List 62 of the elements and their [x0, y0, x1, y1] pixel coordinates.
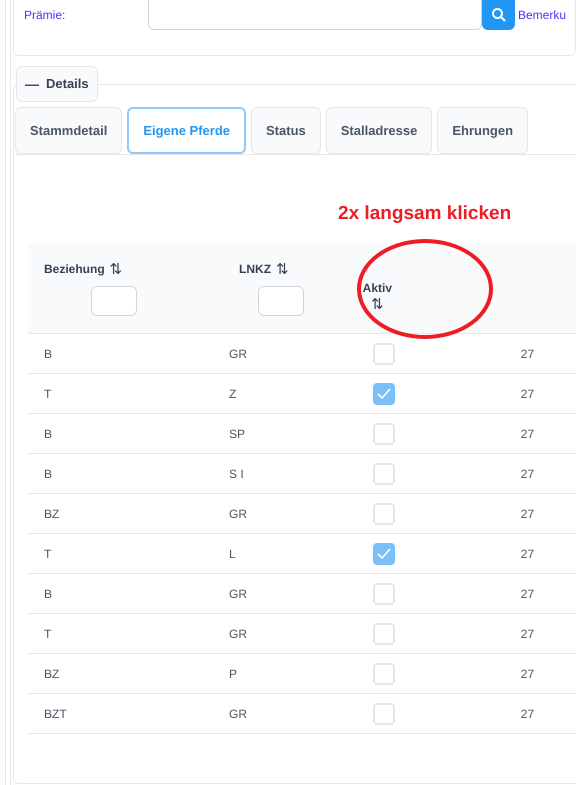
table-cell-text: Z — [228, 386, 238, 402]
table-cell-text: SP — [228, 426, 246, 442]
checkbox[interactable] — [373, 702, 396, 724]
table-cell-text: GR — [228, 586, 248, 602]
table-cell-text: BZ — [43, 666, 60, 682]
table-cell-text: B — [43, 586, 54, 602]
checkbox[interactable] — [373, 582, 396, 604]
filter-field[interactable] — [258, 286, 304, 316]
table-cell-text: B — [43, 346, 54, 362]
table-cell-text: GR — [228, 346, 248, 362]
table-cell-text: GR — [228, 626, 248, 642]
table-cell-text: 27 — [520, 626, 536, 642]
tab[interactable]: Stalladresse — [326, 107, 432, 154]
search-field[interactable] — [148, 0, 482, 30]
table-cell-text: GR — [228, 506, 248, 522]
field-label: Prämie: — [24, 7, 66, 24]
checkbox[interactable] — [373, 462, 396, 484]
table-cell-text: 27 — [520, 506, 536, 522]
sort-icon[interactable]: ⇅ — [276, 262, 290, 276]
checkbox[interactable] — [373, 502, 396, 524]
table-cell-text: GR — [228, 706, 248, 722]
check-icon — [377, 388, 392, 400]
column-header: Beziehung — [44, 261, 105, 278]
column-header: LNKZ — [239, 261, 272, 278]
filter-field[interactable] — [91, 286, 137, 316]
tab[interactable]: Ehrungen — [437, 107, 528, 154]
check-icon — [377, 548, 392, 560]
table-cell-text: T — [43, 626, 52, 642]
collapse-icon: — — [25, 74, 39, 94]
table-cell-text: 27 — [520, 666, 536, 682]
table-cell-text: 27 — [520, 706, 536, 722]
table-cell-text: 27 — [520, 386, 536, 402]
table-cell-text: T — [43, 546, 52, 562]
table-cell-text: S I — [228, 466, 245, 482]
field-label: Bemerku — [518, 7, 566, 24]
checkbox[interactable] — [373, 542, 396, 564]
checkbox[interactable] — [373, 622, 396, 644]
sort-icon[interactable]: ⇅ — [370, 297, 384, 312]
annotation-text: 2x langsam klicken — [338, 202, 512, 226]
table-cell-text: P — [228, 666, 238, 682]
search-icon — [490, 7, 506, 23]
tab[interactable]: Status — [251, 107, 321, 154]
checkbox[interactable] — [373, 342, 396, 364]
table-cell-text: 27 — [520, 546, 536, 562]
table-cell-text: B — [43, 426, 54, 442]
table-cell-text: 27 — [520, 586, 536, 602]
table-cell-text: 27 — [520, 346, 536, 362]
table-cell-text: 27 — [520, 466, 536, 482]
table-cell-text: T — [43, 386, 52, 402]
tab[interactable]: Stammdetail — [15, 107, 122, 154]
checkbox[interactable] — [373, 382, 396, 404]
checkbox[interactable] — [373, 422, 396, 444]
details-toggle[interactable]: — Details — [16, 66, 98, 102]
table-cell-text: L — [228, 546, 237, 562]
column-header: Aktiv — [362, 280, 392, 297]
sort-icon[interactable]: ⇅ — [110, 262, 123, 276]
table-cell-text: B — [43, 466, 54, 482]
table-cell-text: BZT — [43, 706, 68, 722]
table-cell-text: 27 — [520, 426, 536, 442]
table-cell-text: BZ — [43, 506, 60, 522]
checkbox[interactable] — [373, 662, 396, 684]
search-button[interactable] — [482, 0, 515, 30]
